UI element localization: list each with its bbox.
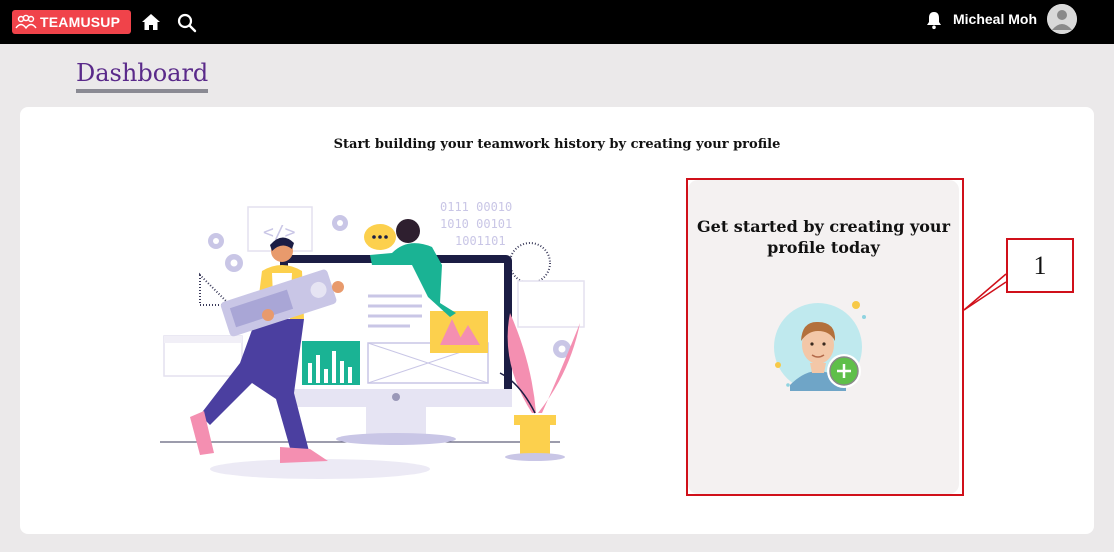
bell-icon [927,12,941,30]
search-icon [177,13,197,33]
binary-line-1: 0111 00010 [440,200,512,214]
logo-text: TEAMUSUP [40,14,121,30]
notifications-button[interactable] [925,10,943,30]
team-logo-icon [12,10,40,34]
top-navbar: TEAMUSUP Micheal Moh [0,0,1114,44]
user-avatar-icon [1047,4,1077,34]
home-button[interactable] [141,12,161,32]
user-name[interactable]: Micheal Moh [953,11,1037,31]
card-heading: Start building your teamwork history by … [333,137,781,152]
page-title: Dashboard [76,59,209,93]
binary-line-3: 1001101 [455,234,506,248]
search-button[interactable] [177,13,197,33]
annotation-label: 1 [1006,238,1074,293]
teamsup-logo[interactable]: TEAMUSUP [12,10,131,34]
annotation-highlight-box [686,178,964,496]
home-icon [142,14,160,30]
teamwork-illustration: </> 0111 00010 1010 00101 1001101 [160,200,585,479]
avatar[interactable] [1047,4,1077,34]
binary-line-2: 1010 00101 [440,217,512,231]
